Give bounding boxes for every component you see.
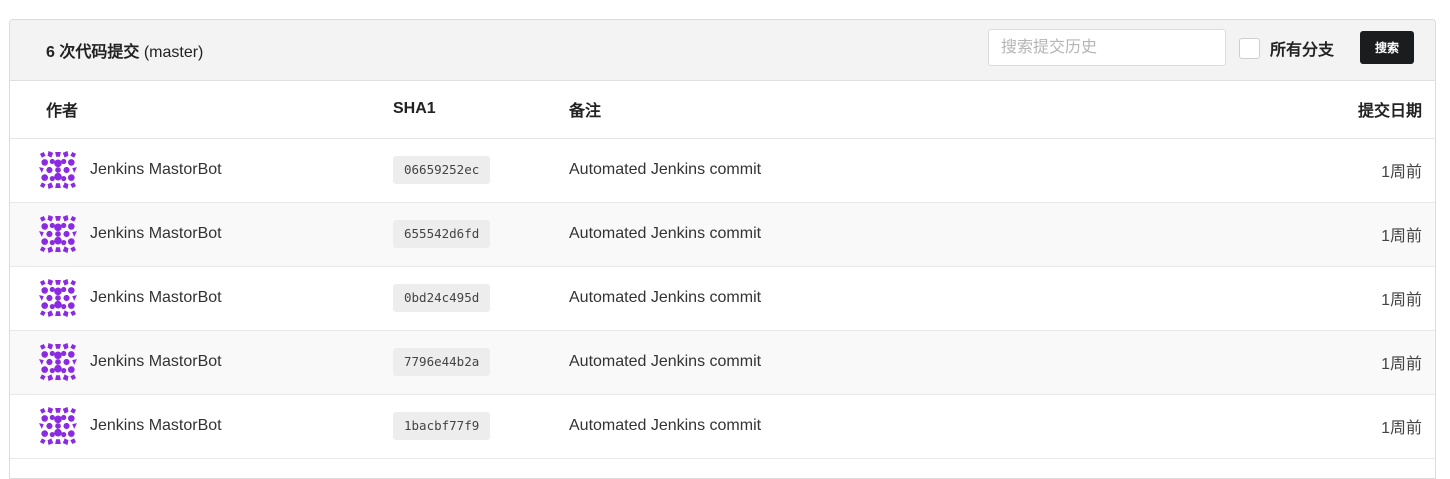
all-branches-toggle[interactable]: 所有分支: [1239, 37, 1334, 59]
author-name: Jenkins MastorBot: [90, 161, 222, 178]
commit-date: 1周前: [1381, 356, 1422, 373]
commit-row: Jenkins MastorBot 7796e44b2a Automated J…: [10, 330, 1435, 395]
commit-count: 6: [46, 44, 55, 61]
sha-cell: 06659252ec: [393, 138, 569, 203]
commit-date: 1周前: [1381, 164, 1422, 181]
sha-cell: 7796e44b2a: [393, 330, 569, 395]
author-link[interactable]: Jenkins MastorBot: [39, 151, 393, 189]
search-commits-input[interactable]: [988, 29, 1226, 66]
message-cell: Automated Jenkins commit: [569, 330, 1188, 395]
author-link[interactable]: Jenkins MastorBot: [39, 343, 393, 381]
sha-link[interactable]: 1bacbf77f9: [393, 412, 491, 440]
table-header-row: 作者 SHA1 备注 提交日期: [10, 81, 1435, 139]
author-name: Jenkins MastorBot: [90, 289, 222, 306]
message-cell: Automated Jenkins commit: [569, 266, 1188, 331]
commit-date: 1周前: [1381, 292, 1422, 309]
commit-row: Jenkins MastorBot 06659252ec Automated J…: [10, 138, 1435, 203]
commit-row: Jenkins MastorBot 1bacbf77f9 Automated J…: [10, 394, 1435, 459]
date-cell: 1周前: [1187, 330, 1435, 395]
commit-message-link[interactable]: Automated Jenkins commit: [569, 289, 761, 306]
commit-message-link[interactable]: Automated Jenkins commit: [569, 417, 761, 434]
sha-link[interactable]: 7796e44b2a: [393, 348, 491, 376]
sha-cell: 1bacbf77f9: [393, 394, 569, 459]
message-cell: Automated Jenkins commit: [569, 138, 1188, 203]
author-name: Jenkins MastorBot: [90, 353, 222, 370]
commit-message-link[interactable]: Automated Jenkins commit: [569, 225, 761, 242]
panel-header: 6 次代码提交 (master) 所有分支 搜索: [10, 20, 1435, 81]
date-cell: 1周前: [1187, 394, 1435, 459]
author-name: Jenkins MastorBot: [90, 225, 222, 242]
author-cell: Jenkins MastorBot: [10, 394, 393, 459]
column-date: 提交日期: [1187, 81, 1435, 139]
date-cell: 1周前: [1187, 266, 1435, 331]
commit-count-title: 6 次代码提交 (master): [46, 38, 203, 62]
commit-count-suffix: 次代码提交: [59, 44, 140, 61]
author-link[interactable]: Jenkins MastorBot: [39, 407, 393, 445]
identicon-avatar-icon: [39, 151, 77, 189]
sha-link[interactable]: 655542d6fd: [393, 220, 491, 248]
commit-message-link[interactable]: Automated Jenkins commit: [569, 353, 761, 370]
identicon-avatar-icon: [39, 279, 77, 317]
identicon-avatar-icon: [39, 407, 77, 445]
date-cell: 1周前: [1187, 202, 1435, 267]
author-name: Jenkins MastorBot: [90, 417, 222, 434]
all-branches-label: 所有分支: [1270, 42, 1335, 59]
message-cell: Automated Jenkins commit: [569, 202, 1188, 267]
commit-date: 1周前: [1381, 420, 1422, 437]
identicon-avatar-icon: [39, 215, 77, 253]
branch-name: (master): [143, 44, 204, 61]
author-cell: Jenkins MastorBot: [10, 266, 393, 331]
sha-link[interactable]: 06659252ec: [393, 156, 491, 184]
column-author: 作者: [10, 81, 393, 139]
author-link[interactable]: Jenkins MastorBot: [39, 279, 393, 317]
author-cell: Jenkins MastorBot: [10, 202, 393, 267]
search-button[interactable]: 搜索: [1360, 31, 1414, 64]
date-cell: 1周前: [1187, 138, 1435, 203]
sha-cell: 0bd24c495d: [393, 266, 569, 331]
message-cell: Automated Jenkins commit: [569, 394, 1188, 459]
commit-table: 作者 SHA1 备注 提交日期 Jenkins MastorBot 066592…: [10, 81, 1435, 459]
commit-rows: Jenkins MastorBot 06659252ec Automated J…: [10, 138, 1435, 459]
commit-row: Jenkins MastorBot 655542d6fd Automated J…: [10, 202, 1435, 267]
commit-date: 1周前: [1381, 228, 1422, 245]
commit-message-link[interactable]: Automated Jenkins commit: [569, 161, 761, 178]
column-message: 备注: [569, 81, 1188, 139]
author-link[interactable]: Jenkins MastorBot: [39, 215, 393, 253]
column-sha: SHA1: [393, 81, 569, 139]
commits-panel: 6 次代码提交 (master) 所有分支 搜索 作者 SHA1 备注 提交日期: [9, 19, 1436, 479]
author-cell: Jenkins MastorBot: [10, 330, 393, 395]
sha-cell: 655542d6fd: [393, 202, 569, 267]
author-cell: Jenkins MastorBot: [10, 138, 393, 203]
identicon-avatar-icon: [39, 343, 77, 381]
all-branches-checkbox[interactable]: [1239, 37, 1260, 59]
commit-row: Jenkins MastorBot 0bd24c495d Automated J…: [10, 266, 1435, 331]
sha-link[interactable]: 0bd24c495d: [393, 284, 491, 312]
